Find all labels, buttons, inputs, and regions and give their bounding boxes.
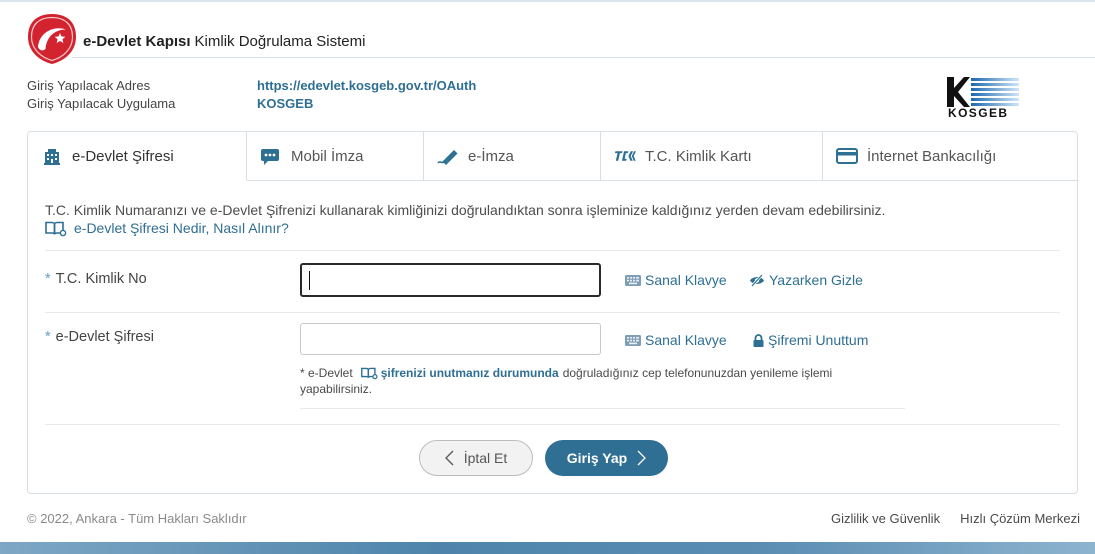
- kosgeb-logo: KOSGEB: [947, 77, 1021, 121]
- virtual-keyboard-label: Sanal Klavye: [645, 332, 727, 348]
- keyboard-icon: [625, 334, 641, 346]
- address-label: Giriş Yapılacak Adres: [27, 78, 151, 93]
- kosgeb-logo-mark: [947, 77, 1019, 107]
- password-input[interactable]: [300, 323, 601, 355]
- virtual-keyboard-button[interactable]: Sanal Klavye: [625, 331, 727, 349]
- chevron-right-icon: [637, 450, 647, 466]
- pen-icon: [437, 147, 459, 165]
- mobile-signature-icon: [260, 147, 282, 165]
- note-divider: [300, 408, 905, 409]
- note-suffix: doğruladığınız cep telefonunuzdan yenile…: [562, 366, 833, 380]
- hide-while-typing-label: Yazarken Gizle: [769, 272, 863, 288]
- required-mark: *: [45, 329, 51, 345]
- e-devlet-logo[interactable]: [27, 13, 77, 65]
- privacy-link[interactable]: Gizlilik ve Güvenlik: [831, 511, 940, 527]
- tc-kimlik-label: * T.C. Kimlik No: [45, 270, 147, 288]
- form-description: T.C. Kimlik Numaranızı ve e-Devlet Şifre…: [45, 202, 886, 218]
- divider: [45, 424, 1060, 425]
- password-label: * e-Devlet Şifresi: [45, 328, 154, 346]
- divider: [45, 250, 1060, 251]
- book-icon: [360, 367, 378, 380]
- login-panel: e-Devlet Şifresi Mobil İmza e-İmza T.C. …: [27, 131, 1078, 494]
- eye-slash-icon: [749, 273, 765, 287]
- note-end: yapabilirsiniz.: [300, 382, 373, 396]
- virtual-keyboard-button[interactable]: Sanal Klavye: [625, 271, 727, 289]
- brand-title: e-Devlet Kapısı Kimlik Doğrulama Sistemi: [83, 33, 365, 51]
- application-label: Giriş Yapılacak Uygulama: [27, 96, 176, 111]
- brand-title-bold: e-Devlet Kapısı: [83, 33, 191, 50]
- divider: [45, 312, 1060, 313]
- bottom-bar: [0, 542, 1095, 554]
- text-caret: [309, 271, 310, 290]
- hide-while-typing-toggle[interactable]: Yazarken Gizle: [749, 271, 863, 289]
- login-button-label: Giriş Yap: [566, 450, 628, 466]
- tc-kimlik-label-text: T.C. Kimlik No: [55, 271, 147, 287]
- keyboard-icon: [625, 274, 641, 286]
- required-mark: *: [45, 271, 51, 287]
- password-reset-note: * e-Devlet şifrenizi unutmanız durumunda…: [300, 365, 832, 397]
- tab-internet-bankaciligi[interactable]: İnternet Bankacılığı: [823, 132, 1077, 181]
- password-help-link[interactable]: e-Devlet Şifresi Nedir, Nasıl Alınır?: [45, 220, 289, 237]
- top-border: [0, 0, 1095, 2]
- note-line: * e-Devlet şifrenizi unutmanız durumunda…: [300, 365, 832, 381]
- address-value: https://edevlet.kosgeb.gov.tr/OAuth: [257, 78, 477, 93]
- help-center-link[interactable]: Hızlı Çözüm Merkezi: [960, 511, 1080, 527]
- password-help-link-text[interactable]: e-Devlet Şifresi Nedir, Nasıl Alınır?: [74, 220, 289, 237]
- copyright: © 2022, Ankara - Tüm Hakları Saklıdır: [27, 511, 247, 526]
- tab-tc-kimlik-karti[interactable]: T.C. Kimlik Kartı: [601, 132, 823, 181]
- cancel-button-label: İptal Et: [463, 450, 508, 466]
- book-icon: [45, 221, 67, 237]
- brand-title-rest: Kimlik Doğrulama Sistemi: [194, 33, 366, 50]
- tc-kimlik-input[interactable]: [300, 263, 601, 297]
- forgot-password-label: Şifremi Unuttum: [768, 332, 869, 348]
- chevron-left-icon: [444, 450, 454, 466]
- password-reset-link[interactable]: şifrenizi unutmanız durumunda: [381, 365, 559, 381]
- note-prefix: * e-Devlet: [300, 366, 353, 380]
- id-card-icon: [614, 147, 636, 165]
- cancel-button[interactable]: İptal Et: [419, 440, 533, 476]
- login-method-tabs: e-Devlet Şifresi Mobil İmza e-İmza T.C. …: [28, 132, 1077, 181]
- header-divider: [72, 57, 1095, 58]
- virtual-keyboard-label: Sanal Klavye: [645, 272, 727, 288]
- forgot-password-link[interactable]: Şifremi Unuttum: [753, 331, 868, 349]
- lock-icon: [753, 333, 764, 347]
- kosgeb-logo-text: KOSGEB: [948, 106, 1009, 120]
- footer-links: Gizlilik ve Güvenlik Hızlı Çözüm Merkezi: [831, 511, 1080, 527]
- note-line: yapabilirsiniz.: [300, 381, 832, 397]
- tab-label: T.C. Kimlik Kartı: [645, 147, 752, 165]
- tab-label: e-Devlet Şifresi: [72, 147, 174, 165]
- tab-e-devlet-sifresi[interactable]: e-Devlet Şifresi: [28, 132, 247, 181]
- tab-mobil-imza[interactable]: Mobil İmza: [247, 132, 424, 181]
- tab-label: e-İmza: [468, 147, 514, 165]
- password-label-text: e-Devlet Şifresi: [55, 329, 154, 345]
- application-value: KOSGEB: [257, 96, 314, 111]
- tab-label: Mobil İmza: [291, 147, 364, 165]
- tab-e-imza[interactable]: e-İmza: [424, 132, 601, 181]
- building-icon: [41, 147, 63, 165]
- tab-label: İnternet Bankacılığı: [867, 147, 997, 165]
- credit-card-icon: [836, 147, 858, 165]
- login-button[interactable]: Giriş Yap: [545, 440, 668, 476]
